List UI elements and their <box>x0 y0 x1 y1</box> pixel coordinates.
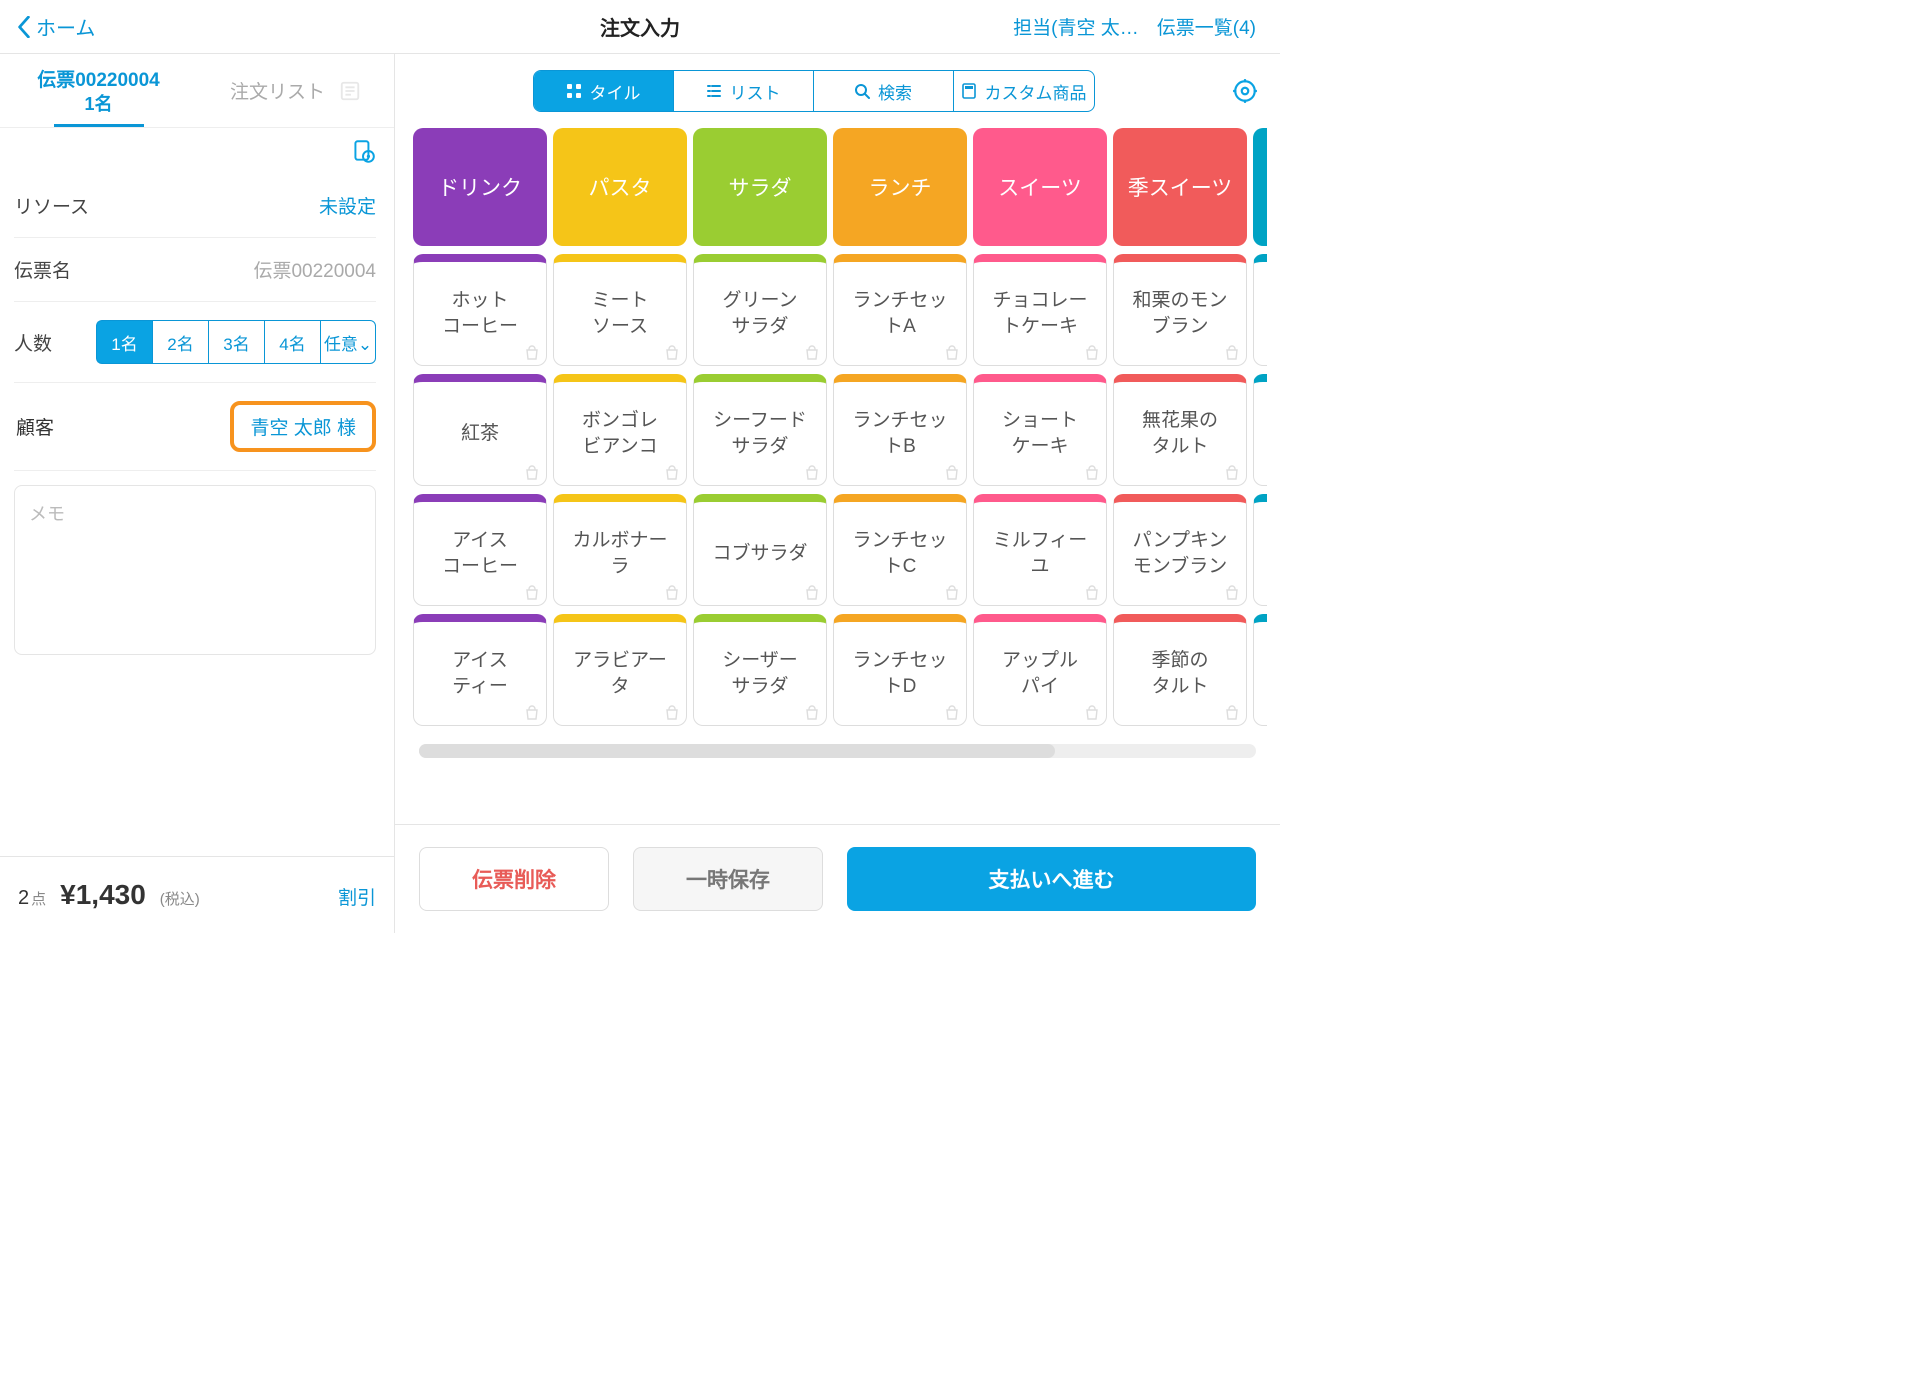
category-teal[interactable] <box>1253 128 1267 246</box>
seg-search[interactable]: 検索 <box>814 71 954 111</box>
customer-label: 顧客 <box>16 413 54 440</box>
product-item[interactable]: シーザーサラダ <box>693 614 827 726</box>
slip-name-row: 伝票名 伝票00220004 <box>14 238 376 302</box>
people-option-0[interactable]: 1名 <box>96 320 152 364</box>
resource-value: 未設定 <box>319 192 376 219</box>
slip-list-link[interactable]: 伝票一覧(4) <box>1157 13 1256 40</box>
product-item[interactable] <box>1253 374 1267 486</box>
list-icon <box>339 80 361 102</box>
product-item[interactable] <box>1253 494 1267 606</box>
product-item[interactable]: コブサラダ <box>693 494 827 606</box>
product-item[interactable]: アイスコーヒー <box>413 494 547 606</box>
proceed-payment-button[interactable]: 支払いへ進む <box>847 847 1256 911</box>
category-red[interactable]: 季スイーツ <box>1113 128 1247 246</box>
back-button[interactable]: ホーム <box>6 8 105 45</box>
save-draft-button[interactable]: 一時保存 <box>633 847 823 911</box>
tab-slip[interactable]: 伝票00220004 1名 <box>0 54 197 127</box>
category-orange[interactable]: ランチ <box>833 128 967 246</box>
category-purple[interactable]: ドリンク <box>413 128 547 246</box>
tab-slip-people: 1名 <box>84 90 112 116</box>
people-option-2[interactable]: 3名 <box>208 320 264 364</box>
discount-link[interactable]: 割引 <box>338 883 376 910</box>
tax-label: (税込) <box>160 888 200 909</box>
clipboard-settings-icon[interactable] <box>350 138 376 164</box>
customer-row[interactable]: 顧客 青空 太郎 様 <box>14 383 376 471</box>
seg-tile[interactable]: タイル <box>534 71 674 111</box>
horizontal-scrollbar[interactable] <box>419 744 1256 758</box>
tab-order-list-label: 注文リスト <box>230 77 325 104</box>
resource-label: リソース <box>14 192 89 219</box>
seg-custom[interactable]: カスタム商品 <box>954 71 1094 111</box>
slip-name-label: 伝票名 <box>14 256 71 283</box>
product-item[interactable]: ショートケーキ <box>973 374 1107 486</box>
list-lines-icon <box>706 83 722 99</box>
product-item[interactable]: アップルパイ <box>973 614 1107 726</box>
tab-slip-label: 伝票00220004 <box>37 65 160 92</box>
people-label: 人数 <box>14 329 52 356</box>
total-amount: ¥1,430 <box>60 879 146 911</box>
product-item[interactable]: パンプキンモンブラン <box>1113 494 1247 606</box>
category-pink[interactable]: スイーツ <box>973 128 1107 246</box>
product-item[interactable]: アラビアータ <box>553 614 687 726</box>
search-icon <box>854 83 870 99</box>
product-item[interactable]: 無花果のタルト <box>1113 374 1247 486</box>
category-green[interactable]: サラダ <box>693 128 827 246</box>
product-item[interactable]: 紅茶 <box>413 374 547 486</box>
product-item[interactable]: 季節のタルト <box>1113 614 1247 726</box>
product-item[interactable]: ホットコーヒー <box>413 254 547 366</box>
page-title: 注文入力 <box>600 12 680 41</box>
product-item[interactable]: ミートソース <box>553 254 687 366</box>
product-item[interactable] <box>1253 254 1267 366</box>
product-item[interactable]: チョコレートケーキ <box>973 254 1107 366</box>
chevron-left-icon <box>16 16 32 38</box>
gear-icon[interactable] <box>1232 78 1258 104</box>
back-label: ホーム <box>36 12 95 41</box>
people-option-4[interactable]: 任意⌄ <box>320 320 376 364</box>
grid-icon <box>566 83 582 99</box>
product-item[interactable]: ランチセットD <box>833 614 967 726</box>
product-item[interactable]: シーフードサラダ <box>693 374 827 486</box>
resource-row[interactable]: リソース 未設定 <box>14 174 376 238</box>
product-item[interactable]: ミルフィーユ <box>973 494 1107 606</box>
staff-link[interactable]: 担当(青空 太… <box>1013 13 1139 40</box>
tab-order-list[interactable]: 注文リスト <box>197 54 394 127</box>
people-option-3[interactable]: 4名 <box>264 320 320 364</box>
product-item[interactable]: ボンゴレビアンコ <box>553 374 687 486</box>
delete-slip-button[interactable]: 伝票削除 <box>419 847 609 911</box>
people-option-1[interactable]: 2名 <box>152 320 208 364</box>
people-row: 人数 1名2名3名4名任意⌄ <box>14 302 376 383</box>
category-yellow[interactable]: パスタ <box>553 128 687 246</box>
product-item[interactable]: カルボナーラ <box>553 494 687 606</box>
customer-value[interactable]: 青空 太郎 様 <box>230 401 376 452</box>
product-item[interactable] <box>1253 614 1267 726</box>
product-item[interactable]: グリーンサラダ <box>693 254 827 366</box>
product-item[interactable]: ランチセットB <box>833 374 967 486</box>
item-count: 2点 <box>18 887 46 910</box>
product-item[interactable]: アイスティー <box>413 614 547 726</box>
seg-list[interactable]: リスト <box>674 71 814 111</box>
product-item[interactable]: ランチセットA <box>833 254 967 366</box>
product-item[interactable]: 和栗のモンブラン <box>1113 254 1247 366</box>
slip-name-value: 伝票00220004 <box>253 256 376 283</box>
people-segmented: 1名2名3名4名任意⌄ <box>96 320 376 364</box>
memo-input[interactable]: メモ <box>14 485 376 655</box>
scrollbar-thumb[interactable] <box>419 744 1055 758</box>
calculator-icon <box>961 83 977 99</box>
product-item[interactable]: ランチセットC <box>833 494 967 606</box>
